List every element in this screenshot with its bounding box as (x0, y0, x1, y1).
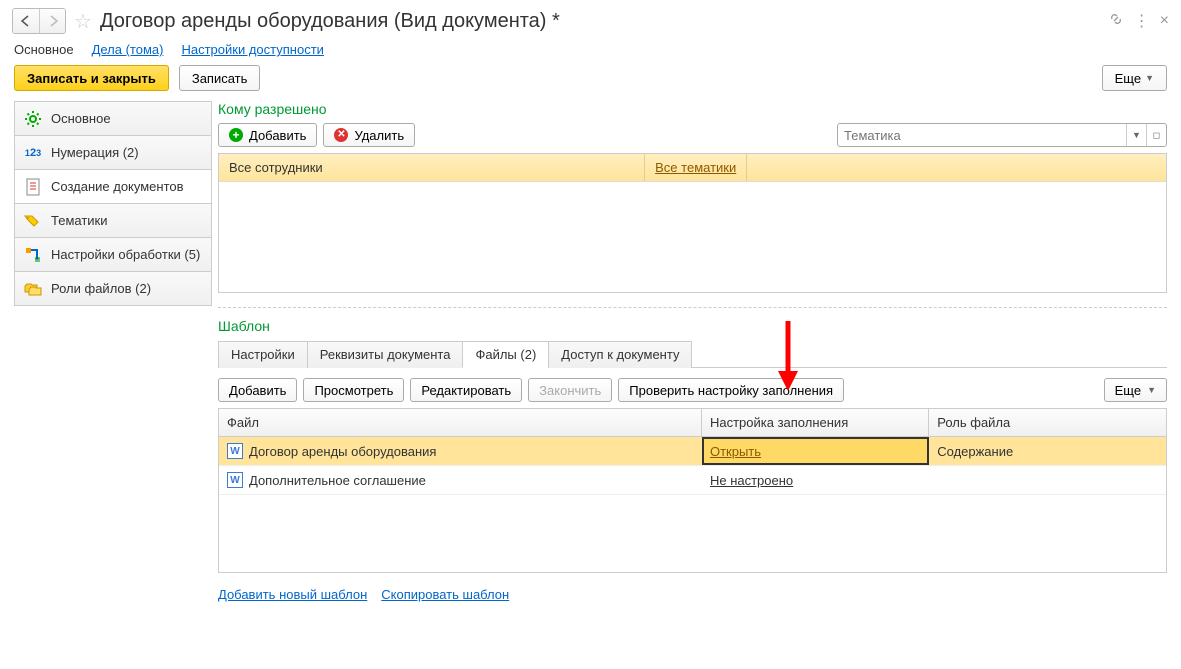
files-check-button[interactable]: Проверить настройку заполнения (618, 378, 844, 402)
col-file[interactable]: Файл (219, 409, 702, 436)
close-icon[interactable]: × (1160, 12, 1169, 30)
document-icon (23, 177, 43, 197)
word-icon: W (227, 443, 243, 459)
table-row[interactable]: W Договор аренды оборудования Открыть Со… (219, 437, 1166, 466)
nav-back-button[interactable] (13, 9, 39, 33)
save-close-button[interactable]: Записать и закрыть (14, 65, 169, 91)
save-button[interactable]: Записать (179, 65, 261, 91)
allowed-add-button[interactable]: + Добавить (218, 123, 317, 147)
allowed-col-employees[interactable]: Все сотрудники (219, 154, 645, 181)
sidebar-item-topics[interactable]: Тематики (14, 203, 212, 238)
sidebar-item-processing[interactable]: Настройки обработки (5) (14, 237, 212, 272)
processing-icon (23, 245, 43, 265)
add-template-link[interactable]: Добавить новый шаблон (218, 587, 367, 602)
plus-icon: + (229, 128, 243, 142)
page-title: Договор аренды оборудования (Вид докумен… (100, 10, 1100, 33)
fill-link[interactable]: Открыть (710, 444, 761, 459)
tab-access[interactable]: Доступ к документу (548, 341, 692, 368)
nav-forward-button[interactable] (39, 9, 65, 33)
top-tab-access[interactable]: Настройки доступности (181, 42, 323, 57)
gear-icon (23, 109, 43, 129)
files-add-button[interactable]: Добавить (218, 378, 297, 402)
sidebar-item-create-docs[interactable]: Создание документов (14, 169, 212, 204)
topic-select[interactable]: ▼ ◻ (837, 123, 1167, 147)
folders-icon (23, 279, 43, 299)
files-edit-button[interactable]: Редактировать (410, 378, 522, 402)
files-view-button[interactable]: Просмотреть (303, 378, 404, 402)
sidebar-item-numbering[interactable]: 123 Нумерация (2) (14, 135, 212, 170)
sidebar-item-main[interactable]: Основное (14, 101, 212, 136)
template-section-title: Шаблон (218, 318, 1167, 334)
allowed-col-topics[interactable]: Все тематики (645, 154, 747, 181)
tags-icon (23, 211, 43, 231)
allowed-table: Все сотрудники Все тематики (218, 153, 1167, 293)
sidebar-item-label: Роли файлов (2) (51, 281, 151, 296)
allowed-section-title: Кому разрешено (218, 101, 1167, 117)
sidebar-item-label: Основное (51, 111, 111, 126)
word-icon: W (227, 472, 243, 488)
fill-link[interactable]: Не настроено (710, 473, 793, 488)
sidebar-item-label: Тематики (51, 213, 108, 228)
open-icon[interactable]: ◻ (1146, 124, 1166, 146)
allowed-delete-button[interactable]: ✕ Удалить (323, 123, 415, 147)
delete-icon: ✕ (334, 128, 348, 142)
file-role (929, 466, 1166, 494)
top-tab-cases[interactable]: Дела (тома) (92, 42, 164, 57)
tab-settings[interactable]: Настройки (218, 341, 308, 368)
copy-template-link[interactable]: Скопировать шаблон (381, 587, 509, 602)
more-button[interactable]: Еще (1102, 65, 1167, 91)
sidebar-item-file-roles[interactable]: Роли файлов (2) (14, 271, 212, 306)
table-row[interactable]: W Дополнительное соглашение Не настроено (219, 466, 1166, 495)
files-more-button[interactable]: Еще (1104, 378, 1167, 402)
sidebar-item-label: Настройки обработки (5) (51, 247, 200, 262)
tab-attrs[interactable]: Реквизиты документа (307, 341, 464, 368)
link-icon[interactable] (1108, 11, 1124, 32)
col-role[interactable]: Роль файла (929, 409, 1166, 436)
topic-input[interactable] (838, 128, 1126, 143)
file-name: Договор аренды оборудования (249, 444, 436, 459)
dropdown-icon[interactable]: ▼ (1126, 124, 1146, 146)
tab-files[interactable]: Файлы (2) (462, 341, 549, 368)
files-finish-button: Закончить (528, 378, 612, 402)
favorite-icon[interactable]: ☆ (74, 9, 92, 34)
numbering-icon: 123 (23, 143, 43, 163)
sidebar-item-label: Нумерация (2) (51, 145, 139, 160)
more-icon[interactable]: ⋮ (1134, 11, 1150, 31)
separator (218, 307, 1167, 308)
file-name: Дополнительное соглашение (249, 473, 426, 488)
file-role: Содержание (929, 437, 1166, 465)
files-table: Файл Настройка заполнения Роль файла W Д… (218, 408, 1167, 573)
top-tab-main[interactable]: Основное (14, 42, 74, 57)
sidebar-item-label: Создание документов (51, 179, 184, 194)
col-fill[interactable]: Настройка заполнения (702, 409, 929, 436)
